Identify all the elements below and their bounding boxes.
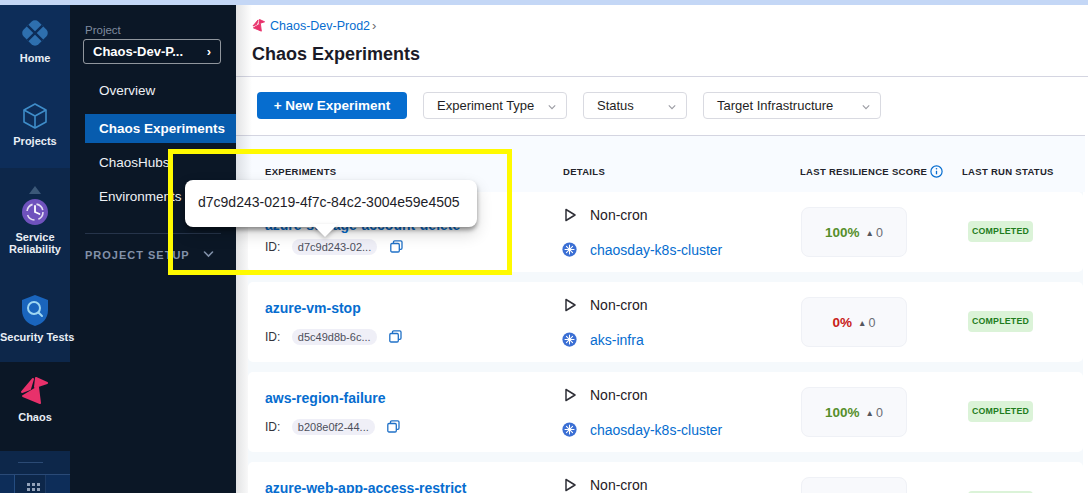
nav-service-reliability[interactable]: Service Reliability bbox=[0, 197, 70, 255]
resilience-score-box: 100% ▲0 bbox=[801, 387, 907, 437]
id-tooltip: d7c9d243-0219-4f7c-84c2-3004e59e4505 bbox=[185, 180, 477, 227]
chaos-icon bbox=[20, 377, 50, 407]
experiment-id-row: ID: b208e0f2-44... bbox=[265, 417, 400, 437]
trend-count: 0 bbox=[868, 316, 875, 330]
nav-service-reliability-label: Service Reliability bbox=[3, 231, 67, 255]
experiment-id-value: d5c49d8b-6c... bbox=[292, 329, 377, 345]
experiment-name-link[interactable]: azure-vm-stop bbox=[265, 300, 361, 316]
nav-security-tests-label: Security Tests bbox=[0, 331, 70, 343]
schedule-type: Non-cron bbox=[590, 297, 648, 313]
infrastructure-link[interactable]: chaosday-k8s-cluster bbox=[590, 422, 722, 438]
chevron-down-icon bbox=[668, 103, 676, 111]
project-selector[interactable]: Chaos-Dev-P... › bbox=[83, 39, 221, 64]
resilience-score-box: 100% ▲0 bbox=[801, 207, 907, 257]
resilience-score-box: 0% ▲0 bbox=[801, 297, 907, 347]
service-reliability-icon bbox=[20, 197, 50, 227]
column-last-run-status: LAST RUN STATUS bbox=[962, 166, 1054, 177]
copy-icon[interactable] bbox=[389, 330, 402, 343]
grid-menu-cell[interactable] bbox=[14, 475, 46, 493]
infrastructure-link[interactable]: aks-infra bbox=[590, 332, 644, 348]
filter-experiment-type[interactable]: Experiment Type bbox=[423, 92, 567, 119]
projects-icon bbox=[20, 101, 50, 131]
experiment-id-value: b208e0f2-44... bbox=[292, 419, 375, 435]
play-icon bbox=[562, 207, 578, 223]
experiment-row[interactable]: aws-region-failure ID: b208e0f2-44... No… bbox=[248, 372, 1083, 452]
module-rail: Home Projects Service Reliability Secur bbox=[0, 5, 70, 493]
trend-up-icon: ▲ bbox=[866, 228, 874, 238]
resilience-score-value: 100% bbox=[825, 405, 860, 420]
score-trend: ▲0 bbox=[866, 406, 883, 420]
column-last-resilience-score: LAST RESILIENCE SCORE bbox=[800, 166, 927, 177]
nav-chaos-label: Chaos bbox=[0, 411, 70, 423]
sidebar-item-chaos-experiments[interactable]: Chaos Experiments bbox=[85, 114, 236, 143]
experiment-id-row: ID: d5c49d8b-6c... bbox=[265, 327, 402, 347]
experiment-row[interactable]: azure-web-app-access-restrict Non-cron ▲… bbox=[248, 462, 1083, 493]
security-tests-icon bbox=[19, 293, 51, 327]
header-divider bbox=[236, 76, 1088, 77]
filter-status-label: Status bbox=[597, 98, 634, 113]
kubernetes-icon bbox=[562, 332, 577, 347]
trend-count: 0 bbox=[876, 226, 883, 240]
chevron-down-icon bbox=[862, 103, 870, 111]
resilience-score-value: 100% bbox=[825, 225, 860, 240]
filter-target-infrastructure-label: Target Infrastructure bbox=[717, 98, 833, 113]
home-icon bbox=[20, 18, 50, 48]
resilience-score-value: 0% bbox=[833, 315, 853, 330]
sidebar-item-overview[interactable]: Overview bbox=[70, 76, 236, 105]
status-badge: COMPLETED bbox=[968, 311, 1033, 332]
column-details: DETAILS bbox=[563, 166, 605, 177]
id-label: ID: bbox=[265, 420, 280, 434]
trend-up-icon: ▲ bbox=[858, 318, 866, 328]
kubernetes-icon bbox=[562, 422, 577, 437]
play-icon bbox=[562, 477, 578, 493]
status-badge: COMPLETED bbox=[968, 401, 1033, 422]
trend-count: 0 bbox=[876, 406, 883, 420]
breadcrumb-separator: › bbox=[372, 18, 376, 33]
nav-chaos[interactable]: Chaos bbox=[0, 377, 70, 423]
nav-home-label: Home bbox=[0, 52, 70, 64]
trend-up-icon: ▲ bbox=[866, 408, 874, 418]
info-icon[interactable] bbox=[930, 165, 943, 178]
score-trend: ▲0 bbox=[858, 316, 875, 330]
schedule-type: Non-cron bbox=[590, 477, 648, 493]
nav-home[interactable]: Home bbox=[0, 18, 70, 64]
infrastructure-link[interactable]: chaosday-k8s-cluster bbox=[590, 242, 722, 258]
filter-target-infrastructure[interactable]: Target Infrastructure bbox=[703, 92, 881, 119]
experiment-name-link[interactable]: azure-web-app-access-restrict bbox=[265, 480, 467, 493]
tooltip-caret bbox=[312, 224, 338, 237]
score-trend: ▲0 bbox=[866, 226, 883, 240]
resilience-score-box: ▲ bbox=[801, 477, 907, 493]
status-badge: COMPLETED bbox=[968, 221, 1033, 242]
play-icon bbox=[562, 387, 578, 403]
filter-experiment-type-label: Experiment Type bbox=[437, 98, 534, 113]
chevron-right-icon: › bbox=[207, 40, 211, 63]
top-strip bbox=[0, 0, 1088, 5]
schedule-type: Non-cron bbox=[590, 387, 648, 403]
page-title: Chaos Experiments bbox=[252, 44, 420, 65]
chevron-up-icon bbox=[28, 185, 42, 195]
breadcrumb-project-link[interactable]: Chaos-Dev-Prod2 bbox=[270, 19, 370, 33]
experiment-row[interactable]: azure-vm-stop ID: d5c49d8b-6c... Non-cro… bbox=[248, 282, 1083, 362]
copy-icon[interactable] bbox=[387, 420, 400, 433]
kubernetes-icon bbox=[562, 242, 577, 257]
experiment-name-link[interactable]: aws-region-failure bbox=[265, 390, 386, 406]
grid-menu-icon bbox=[27, 483, 30, 486]
chevron-down-icon bbox=[548, 103, 556, 111]
project-selector-value: Chaos-Dev-P... bbox=[93, 44, 183, 59]
breadcrumb-chaos-icon bbox=[252, 19, 266, 33]
project-section-label: Project bbox=[85, 24, 121, 36]
schedule-type: Non-cron bbox=[590, 207, 648, 223]
new-experiment-button[interactable]: + New Experiment bbox=[257, 92, 407, 119]
rail-bottom-cell bbox=[0, 474, 70, 493]
filter-status[interactable]: Status bbox=[583, 92, 687, 119]
id-label: ID: bbox=[265, 330, 280, 344]
nav-projects[interactable]: Projects bbox=[0, 101, 70, 147]
play-icon bbox=[562, 297, 578, 313]
rail-divider bbox=[18, 462, 43, 463]
nav-security-tests[interactable]: Security Tests bbox=[0, 293, 70, 343]
nav-projects-label: Projects bbox=[0, 135, 70, 147]
